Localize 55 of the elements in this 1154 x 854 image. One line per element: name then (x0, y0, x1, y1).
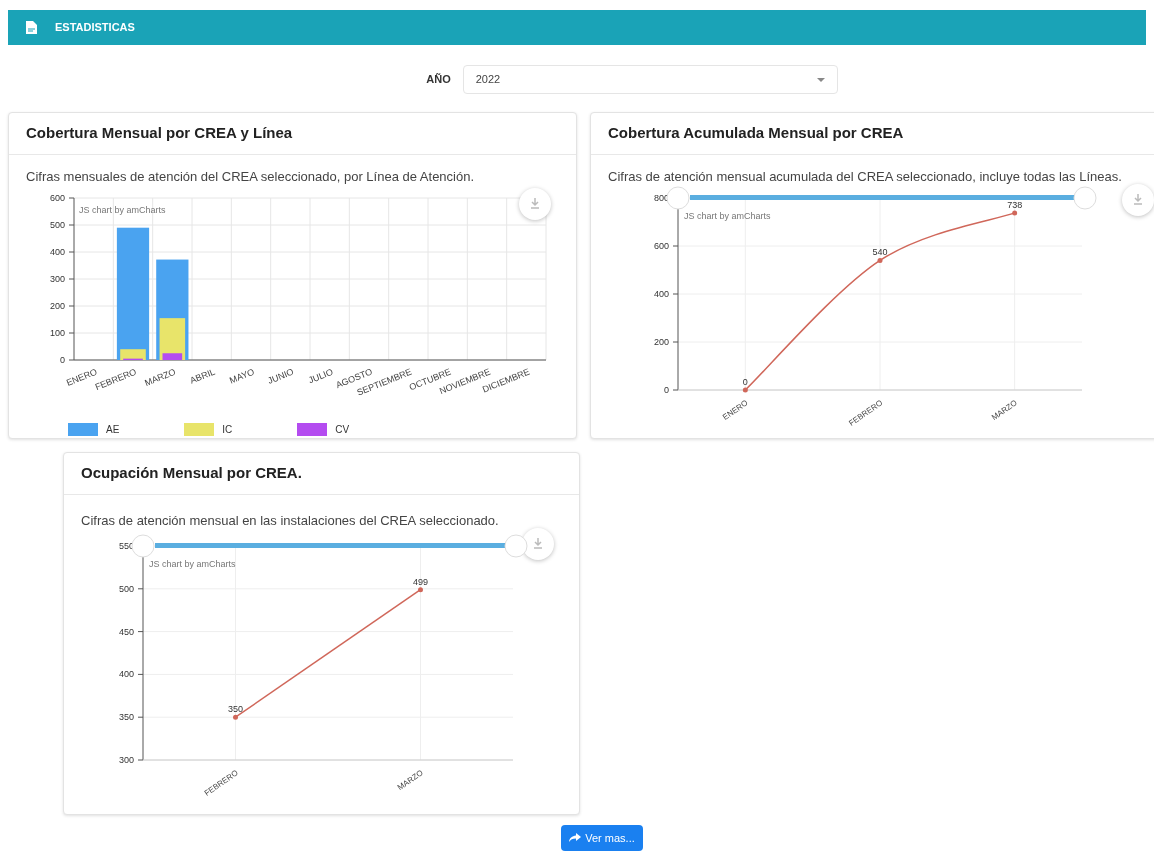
card-description: Cifras de atención mensual en las instalaciones del CREA seleccionado. (81, 512, 500, 528)
y-tick-label: 600 (653, 240, 669, 251)
card-title: Ocupación Mensual por CREA. (81, 463, 303, 483)
card-description: Cifras de atención mensual acumulada del CREA seleccionado, incluye todas las Líneas. (608, 168, 1123, 184)
download-icon (533, 538, 543, 549)
data-label: 0 (742, 376, 748, 387)
y-tick-label: 500 (49, 219, 65, 230)
legend-label: IC (222, 422, 233, 437)
y-tick-label: 200 (653, 336, 669, 347)
data-label: 738 (1007, 199, 1023, 210)
x-tick-label: MAYO (228, 366, 256, 386)
caret-icon (816, 77, 825, 82)
y-tick-label: 400 (118, 668, 134, 679)
data-label: 350 (228, 703, 243, 714)
share-arrow-icon (569, 833, 582, 843)
data-label: 499 (413, 576, 428, 587)
x-tick-label: JULIO (307, 366, 335, 385)
y-tick-label: 100 (49, 327, 65, 338)
year-label: AÑO (426, 72, 451, 88)
chart-credit: JS chart by amCharts (149, 558, 236, 569)
x-tick-label: ABRIL (188, 366, 217, 386)
y-tick-label: 200 (49, 300, 65, 311)
y-tick-label: 300 (49, 273, 65, 284)
card-title: Cobertura Mensual por CREA y Línea (26, 123, 294, 143)
y-tick-label: 400 (49, 246, 65, 257)
y-tick-label: 0 (664, 384, 669, 395)
card-title: Cobertura Acumulada Mensual por CREA (608, 123, 905, 143)
data-point (233, 714, 238, 720)
download-button[interactable] (519, 187, 551, 220)
header-title: ESTADISTICAS (55, 20, 135, 36)
see-more-button[interactable]: Ver mas... (561, 825, 643, 851)
data-label: 540 (872, 246, 888, 257)
legend-label: AE (106, 422, 120, 437)
download-icon (530, 198, 540, 209)
download-button[interactable] (522, 527, 554, 560)
data-point (877, 257, 883, 263)
data-point (418, 586, 423, 592)
chart-credit: JS chart by amCharts (79, 204, 166, 215)
legend-label: CV (335, 422, 350, 437)
chart-credit: JS chart by amCharts (684, 210, 771, 221)
download-button[interactable] (1122, 183, 1154, 216)
card-description: Cifras mensuales de atención del CREA seleccionado, por Línea de Atención. (26, 168, 476, 184)
document-icon (26, 21, 37, 34)
y-tick-label: 350 (118, 711, 134, 722)
y-tick-label: 450 (118, 626, 134, 637)
data-point (742, 387, 748, 392)
download-icon (1133, 194, 1143, 205)
year-select[interactable]: 2022 (462, 65, 838, 94)
y-tick-label: 0 (60, 354, 65, 365)
y-tick-label: 500 (118, 583, 134, 594)
y-tick-label: 600 (49, 192, 65, 203)
y-tick-label: 300 (118, 754, 134, 765)
y-tick-label: 400 (653, 288, 669, 299)
x-tick-label: JUNIO (266, 366, 296, 386)
data-point (1012, 209, 1018, 215)
